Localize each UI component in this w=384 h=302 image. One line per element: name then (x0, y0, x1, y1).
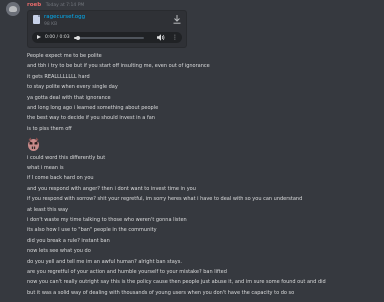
message-line: it gets REALLLLLLLL hard (27, 73, 90, 80)
message-line: to stay polite when every single day (27, 84, 118, 91)
message-line: at least this way (27, 206, 69, 213)
message-line: the best way to decide if you should inv… (27, 115, 155, 122)
audio-file-icon (33, 15, 40, 24)
play-icon[interactable] (37, 35, 41, 39)
download-icon[interactable] (173, 15, 181, 24)
audio-attachment: ragecursef.ogg 98 KB 0:00 / 0:03 ⋮ (27, 10, 187, 48)
angry-face-emoji (28, 137, 39, 151)
message-line: now lets see what you do (27, 248, 91, 255)
seek-bar[interactable] (74, 35, 144, 40)
message-line: but it was a solid way of dealing with t… (27, 289, 295, 296)
message-line: are you regretful of your action and hum… (27, 268, 227, 275)
message-line: and you respond with anger? then i dont … (27, 185, 196, 192)
player-time: 0:00 / 0:03 (45, 35, 70, 40)
more-options-icon[interactable]: ⋮ (172, 33, 178, 42)
message-line: People expect me to be polite (27, 53, 102, 59)
volume-icon[interactable] (157, 34, 165, 41)
attachment-file-size: 98 KB (44, 22, 58, 27)
message-line: its also how I use to "ban" people in th… (27, 227, 157, 234)
message-timestamp: Today at 7:14 PM (45, 3, 85, 8)
message-line: ya gotta deal with that ignorance (27, 94, 111, 101)
message-line: what i mean is (27, 164, 64, 171)
user-avatar[interactable] (6, 2, 20, 16)
message-line: and long long ago i learned something ab… (27, 105, 159, 111)
seek-handle[interactable] (75, 35, 80, 40)
message-header: roeb Today at 7:14 PM (27, 2, 84, 9)
message-line: do you yell and tell me im an awful huma… (27, 258, 182, 265)
message-line: if you respond with sorrow? shit your re… (27, 196, 303, 203)
username[interactable]: roeb (27, 2, 41, 8)
attachment-file-name[interactable]: ragecursef.ogg (44, 14, 85, 21)
message-line: and tbh i try to be but if you start off… (27, 63, 210, 70)
message-line: i could word this differently but (27, 154, 106, 161)
message-line: did you break a rule? instant ban (27, 237, 110, 244)
message-line: i don't waste my time talking to those w… (27, 216, 187, 223)
message-line: if I come back hard on you (27, 175, 94, 182)
message-line: is to piss them off (27, 125, 72, 132)
message-line: now you can't really outright say this i… (27, 279, 326, 286)
audio-player: 0:00 / 0:03 ⋮ (32, 32, 182, 43)
